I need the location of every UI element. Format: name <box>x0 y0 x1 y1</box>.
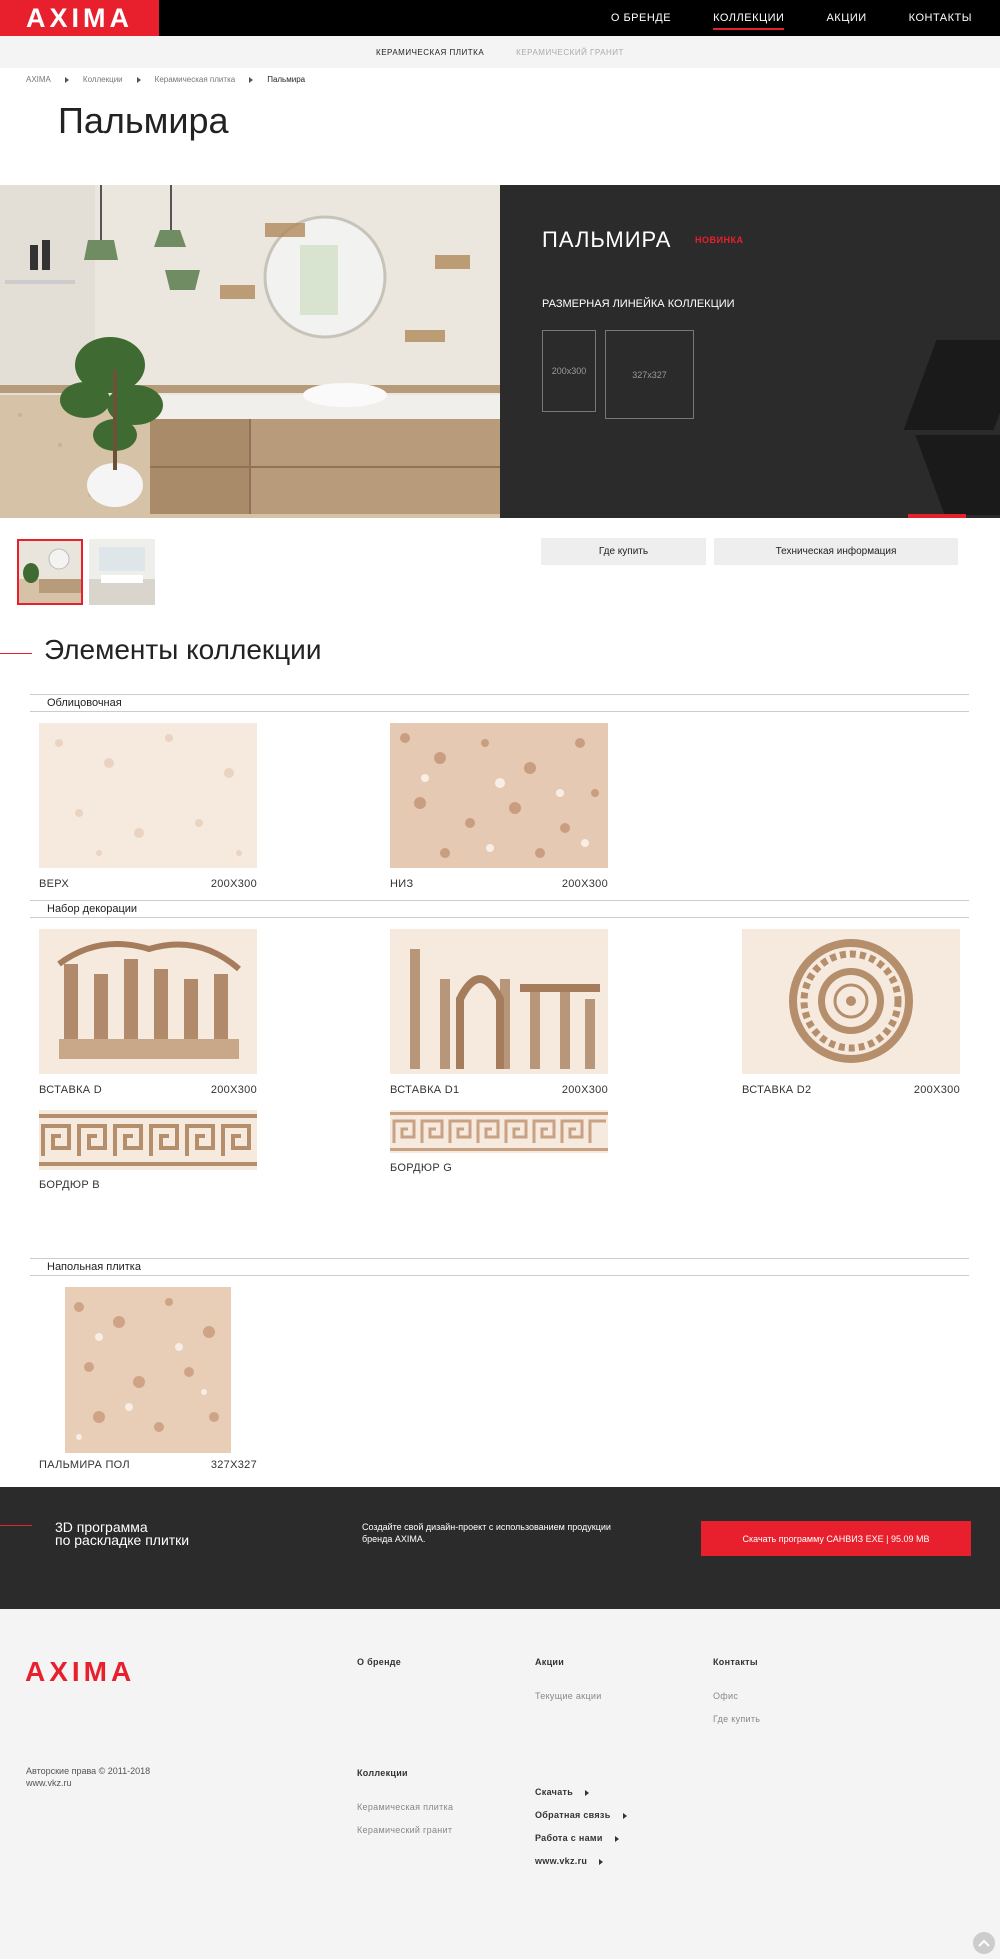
nav-item-contacts[interactable]: КОНТАКТЫ <box>909 12 972 24</box>
tile-card-insert-d2[interactable]: ВСТАВКА D2 200X300 <box>742 929 960 1096</box>
tile-image-insert-d <box>39 929 257 1074</box>
tile-name: ВЕРХ <box>39 878 70 890</box>
tile-name: БОРДЮР B <box>39 1179 100 1191</box>
nav-item-collections[interactable]: КОЛЛЕКЦИИ <box>713 12 785 30</box>
nav-item-brand[interactable]: О БРЕНДЕ <box>611 12 671 24</box>
hero-interior-image <box>0 185 500 518</box>
footer: AXIMA Авторские права © 2011-2018 www.vk… <box>0 1609 1000 1959</box>
scroll-to-top-button[interactable] <box>973 1932 995 1954</box>
footer-heading-collections[interactable]: Коллекции <box>357 1768 408 1778</box>
size-option-327x327[interactable]: 327x327 <box>605 330 694 419</box>
tile-image-floor <box>39 1287 257 1453</box>
promo-accent-line <box>0 1525 32 1526</box>
tile-card-border-b[interactable]: БОРДЮР B <box>39 1110 257 1191</box>
footer-link-vkz[interactable]: www.vkz.ru <box>535 1856 603 1866</box>
tile-image-border-b <box>39 1110 257 1170</box>
breadcrumb-arrow-icon <box>136 76 141 83</box>
promo-title: 3D программа по раскладке плитки <box>55 1520 255 1548</box>
group-header-floor: Напольная плитка <box>30 1258 969 1276</box>
chevron-up-icon <box>978 1939 990 1947</box>
decorative-shape <box>915 435 1000 515</box>
tile-size: 200X300 <box>561 878 608 890</box>
new-badge: НОВИНКА <box>695 235 744 245</box>
nav-item-promo[interactable]: АКЦИИ <box>826 12 866 24</box>
tile-image-top <box>39 723 257 868</box>
breadcrumb-current: Пальмира <box>267 75 306 84</box>
tile-card-top[interactable]: ВЕРХ 200X300 <box>39 723 257 890</box>
main-nav: О БРЕНДЕ КОЛЛЕКЦИИ АКЦИИ КОНТАКТЫ <box>611 0 972 36</box>
promo-title-line2: по раскладке плитки <box>55 1532 190 1548</box>
tile-name: ВСТАВКА D2 <box>742 1084 812 1096</box>
group-label: Набор декорации <box>47 903 138 915</box>
tile-name: ВСТАВКА D1 <box>390 1084 460 1096</box>
footer-link-ceramic-tile[interactable]: Керамическая плитка <box>357 1802 453 1812</box>
breadcrumb-home[interactable]: AXIMA <box>26 75 51 84</box>
tile-card-bottom[interactable]: НИЗ 200X300 <box>390 723 608 890</box>
group-label: Напольная плитка <box>47 1261 141 1273</box>
tile-size: 327X327 <box>210 1459 257 1471</box>
footer-copyright: Авторские права © 2011-2018 www.vkz.ru <box>26 1765 150 1789</box>
copyright-text: Авторские права © 2011-2018 <box>26 1766 151 1776</box>
tile-size: 200X300 <box>561 1084 608 1096</box>
tile-card-insert-d1[interactable]: ВСТАВКА D1 200X300 <box>390 929 608 1096</box>
tile-card-floor[interactable]: ПАЛЬМИРА ПОЛ 327X327 <box>39 1287 257 1471</box>
footer-heading-promo[interactable]: Акции <box>535 1657 564 1667</box>
footer-link-ceramic-granite[interactable]: Керамический гранит <box>357 1825 452 1835</box>
footer-site-link[interactable]: www.vkz.ru <box>26 1777 150 1789</box>
brand-logo[interactable]: AXIMA <box>0 0 159 36</box>
tile-name: ВСТАВКА D <box>39 1084 103 1096</box>
page-title: Пальмира <box>58 100 229 141</box>
tile-name: НИЗ <box>390 878 414 890</box>
logo-text: AXIMA <box>26 2 133 33</box>
promo-text: Создайте свой дизайн-проект с использова… <box>362 1522 611 1544</box>
slider-indicator <box>908 514 966 518</box>
subnav-ceramic-tile[interactable]: КЕРАМИЧЕСКАЯ ПЛИТКА <box>376 48 484 57</box>
gallery-thumbnail-1[interactable] <box>17 539 83 605</box>
footer-link-current-promo[interactable]: Текущие акции <box>535 1691 602 1701</box>
gallery-thumbnail-2[interactable] <box>89 539 155 605</box>
breadcrumb-collections[interactable]: Коллекции <box>83 75 123 84</box>
footer-heading-brand[interactable]: О бренде <box>357 1657 401 1667</box>
tile-image-bottom <box>390 723 608 868</box>
subnav-ceramic-granite[interactable]: КЕРАМИЧЕСКИЙ ГРАНИТ <box>516 48 624 57</box>
breadcrumb: AXIMA Коллекции Керамическая плитка Паль… <box>26 75 305 84</box>
tile-card-border-g[interactable]: БОРДЮР G <box>390 1110 608 1174</box>
tech-info-button[interactable]: Техническая информация <box>714 538 958 565</box>
breadcrumb-arrow-icon <box>249 76 254 83</box>
tile-image-border-g <box>390 1110 608 1153</box>
tile-card-insert-d[interactable]: ВСТАВКА D 200X300 <box>39 929 257 1096</box>
section-title: Элементы коллекции <box>44 634 322 665</box>
tile-size: 200X300 <box>210 1084 257 1096</box>
breadcrumb-arrow-icon <box>64 76 69 83</box>
collection-name: ПАЛЬМИРА <box>542 227 672 252</box>
footer-link-careers[interactable]: Работа с нами <box>535 1833 619 1843</box>
sizes-title: РАЗМЕРНАЯ ЛИНЕЙКА КОЛЛЕКЦИИ <box>542 298 735 310</box>
size-option-200x300[interactable]: 200x300 <box>542 330 596 412</box>
top-bar: AXIMA О БРЕНДЕ КОЛЛЕКЦИИ АКЦИИ КОНТАКТЫ <box>0 0 1000 36</box>
footer-link-where-to-buy[interactable]: Где купить <box>713 1714 760 1724</box>
footer-link-download[interactable]: Скачать <box>535 1787 589 1797</box>
decorative-shape <box>903 340 1000 430</box>
section-accent-line <box>0 653 32 654</box>
group-header-decor: Набор декорации <box>30 900 969 918</box>
tile-image-insert-d2 <box>742 929 960 1074</box>
sub-nav: КЕРАМИЧЕСКАЯ ПЛИТКА КЕРАМИЧЕСКИЙ ГРАНИТ <box>0 36 1000 68</box>
footer-heading-contacts[interactable]: Контакты <box>713 1657 758 1667</box>
footer-link-office[interactable]: Офис <box>713 1691 738 1701</box>
tile-size: 200X300 <box>913 1084 960 1096</box>
footer-link-feedback[interactable]: Обратная связь <box>535 1810 627 1820</box>
where-to-buy-button[interactable]: Где купить <box>541 538 706 565</box>
tile-size: 200X300 <box>210 878 257 890</box>
footer-logo[interactable]: AXIMA <box>25 1656 135 1688</box>
tile-image-insert-d1 <box>390 929 608 1074</box>
group-label: Облицовочная <box>47 697 122 709</box>
tile-name: БОРДЮР G <box>390 1162 453 1174</box>
download-program-button[interactable]: Скачать программу САНВИЗ EXE | 95.09 MB <box>701 1521 971 1556</box>
3d-program-banner: 3D программа по раскладке плитки Создайт… <box>0 1487 1000 1609</box>
group-header-facing: Облицовочная <box>30 694 969 712</box>
tile-name: ПАЛЬМИРА ПОЛ <box>39 1459 130 1471</box>
hero-info-panel: ПАЛЬМИРА НОВИНКА РАЗМЕРНАЯ ЛИНЕЙКА КОЛЛЕ… <box>500 185 1000 518</box>
breadcrumb-ceramic-tile[interactable]: Керамическая плитка <box>155 75 236 84</box>
